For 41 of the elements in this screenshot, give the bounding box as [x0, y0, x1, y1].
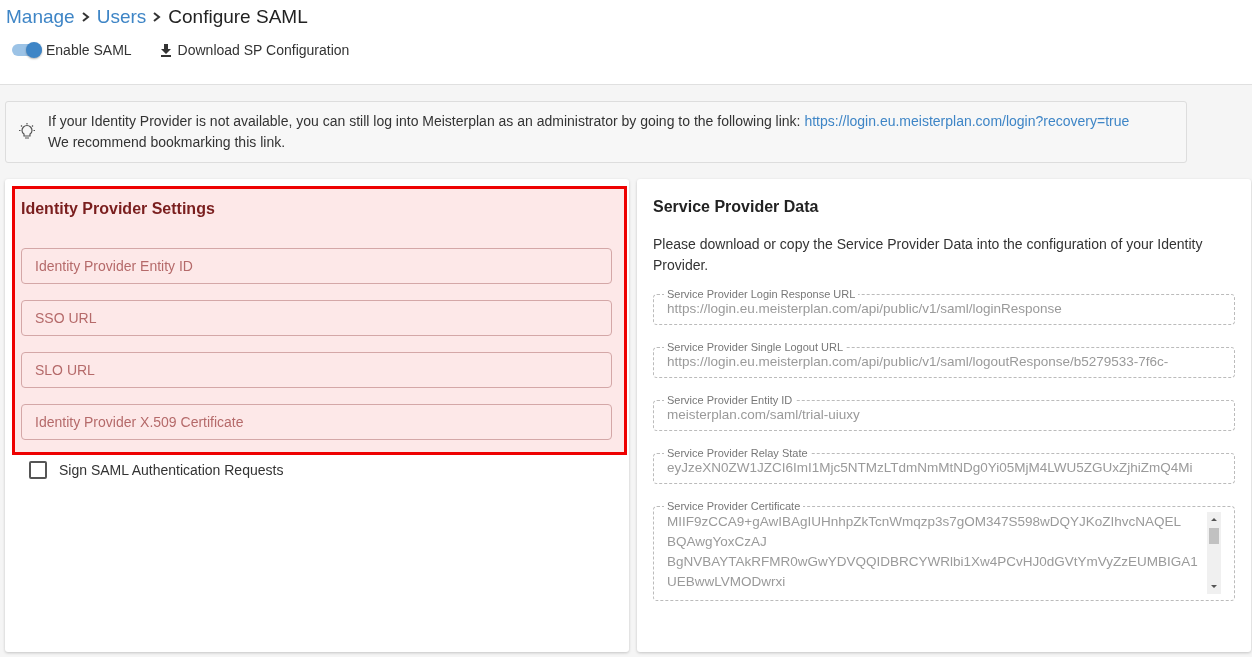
enable-toggle[interactable] [12, 44, 42, 56]
notice-text: If your Identity Provider is not available, you can still log into Meisterplan as an administrator by going to the following link: https://login.eu.meisterplan.com/login?recovery=true [48, 112, 1130, 131]
certificate-line: BgNVBAYTAkRFMR0wGwYDVQQIDBRCYWRlbi1Xw4PCvHJ0dGVtYmVyZzEUMBIGA1 [667, 553, 1199, 571]
chevron-icon [80, 11, 91, 23]
text-field[interactable]: Identity Provider X.509 Certificate [21, 404, 612, 440]
lightbulb-icon [18, 123, 36, 141]
chevron-icon [152, 11, 163, 23]
download-icon [159, 43, 172, 57]
readonly-field[interactable]: Service Provider Single Logout URL https://login.eu.meisterplan.com/api/public/v1/saml/logoutResponse/b5279533-7f6c- [653, 341, 1235, 378]
certificate-field[interactable]: Service Provider Certificate MIIF9zCCA9+gAwIBAgIUHnhpZkTcnWmqzp3s7gOM347S598wDQYJKoZIhvcNAQEL BQAwgYoxCzAJ BgNVBAYTAkRFMR0wGwYDVQQIDBRCYWRlbi1Xw4PCvHJ0dGVtYmVyZzEUMBIGA1 UEBwwLVMODwrxi [653, 500, 1235, 601]
toggle-label: Enable SAML [46, 42, 132, 58]
download-button[interactable]: Download SP Configuration [159, 42, 350, 58]
field-label: Service Provider Single Logout URL [666, 341, 845, 353]
recovery-link[interactable]: https://login.eu.meisterplan.com/login?recovery=true [804, 113, 1130, 129]
readonly-field[interactable]: Service Provider Entity ID meisterplan.com/saml/trial-uiuxy [653, 394, 1235, 431]
field-value: https://login.eu.meisterplan.com/api/public/v1/saml/loginResponse [667, 300, 1063, 318]
readonly-field[interactable]: Service Provider Relay State eyJzeXN0ZW1JZCI6ImI1Mjc5NTMzLTdmNmMtNDg0Yi05MjM4LWU5ZGUxZjhiZmQ4Mi [653, 447, 1235, 484]
certificate-line: BQAwgYoxCzAJ [667, 533, 768, 551]
field-value: https://login.eu.meisterplan.com/api/public/v1/saml/logoutResponse/b5279533-7f6c- [667, 353, 1170, 371]
field-value: eyJzeXN0ZW1JZCI6ImI1Mjc5NTMzLTdmNmMtNDg0Yi05MjM4LWU5ZGUxZjhiZmQ4Mi [667, 459, 1194, 477]
readonly-field[interactable]: Service Provider Login Response URL https://login.eu.meisterplan.com/api/public/v1/saml/loginResponse [653, 288, 1235, 325]
breadcrumb-link[interactable]: Manage [6, 6, 75, 28]
text-field[interactable]: Identity Provider Entity ID [21, 248, 612, 284]
card-title: Identity Provider Settings [21, 200, 216, 218]
scrollbar-drawing[interactable] [1207, 512, 1221, 594]
checkbox-label: Sign SAML Authentication Requests [59, 462, 284, 478]
certificate-line: UEBwwLVMODwrxi [667, 573, 787, 591]
field-label: Service Provider Login Response URL [666, 288, 857, 300]
page-title: Configure SAML [168, 6, 308, 28]
field-value: meisterplan.com/saml/trial-uiuxy [667, 406, 861, 424]
checkbox[interactable] [29, 461, 47, 479]
text-field[interactable]: SLO URL [21, 352, 612, 388]
breadcrumb-link[interactable]: Users [96, 6, 147, 28]
card-title: Service Provider Data [653, 198, 820, 216]
field-label: Service Provider Relay State [666, 447, 809, 459]
field-label: Service Provider Certificate [666, 500, 802, 512]
certificate-line: MIIF9zCCA9+gAwIBAgIUHnhpZkTcnWmqzp3s7gOM347S598wDQYJKoZIhvcNAQEL [667, 513, 1183, 531]
notice-note: We recommend bookmarking this link. [48, 133, 287, 152]
description-text: Please download or copy the Service Provider Data into the configuration of your Identity Provider. [653, 235, 1204, 275]
field-label: Service Provider Entity ID [666, 394, 794, 406]
text-field[interactable]: SSO URL [21, 300, 612, 336]
